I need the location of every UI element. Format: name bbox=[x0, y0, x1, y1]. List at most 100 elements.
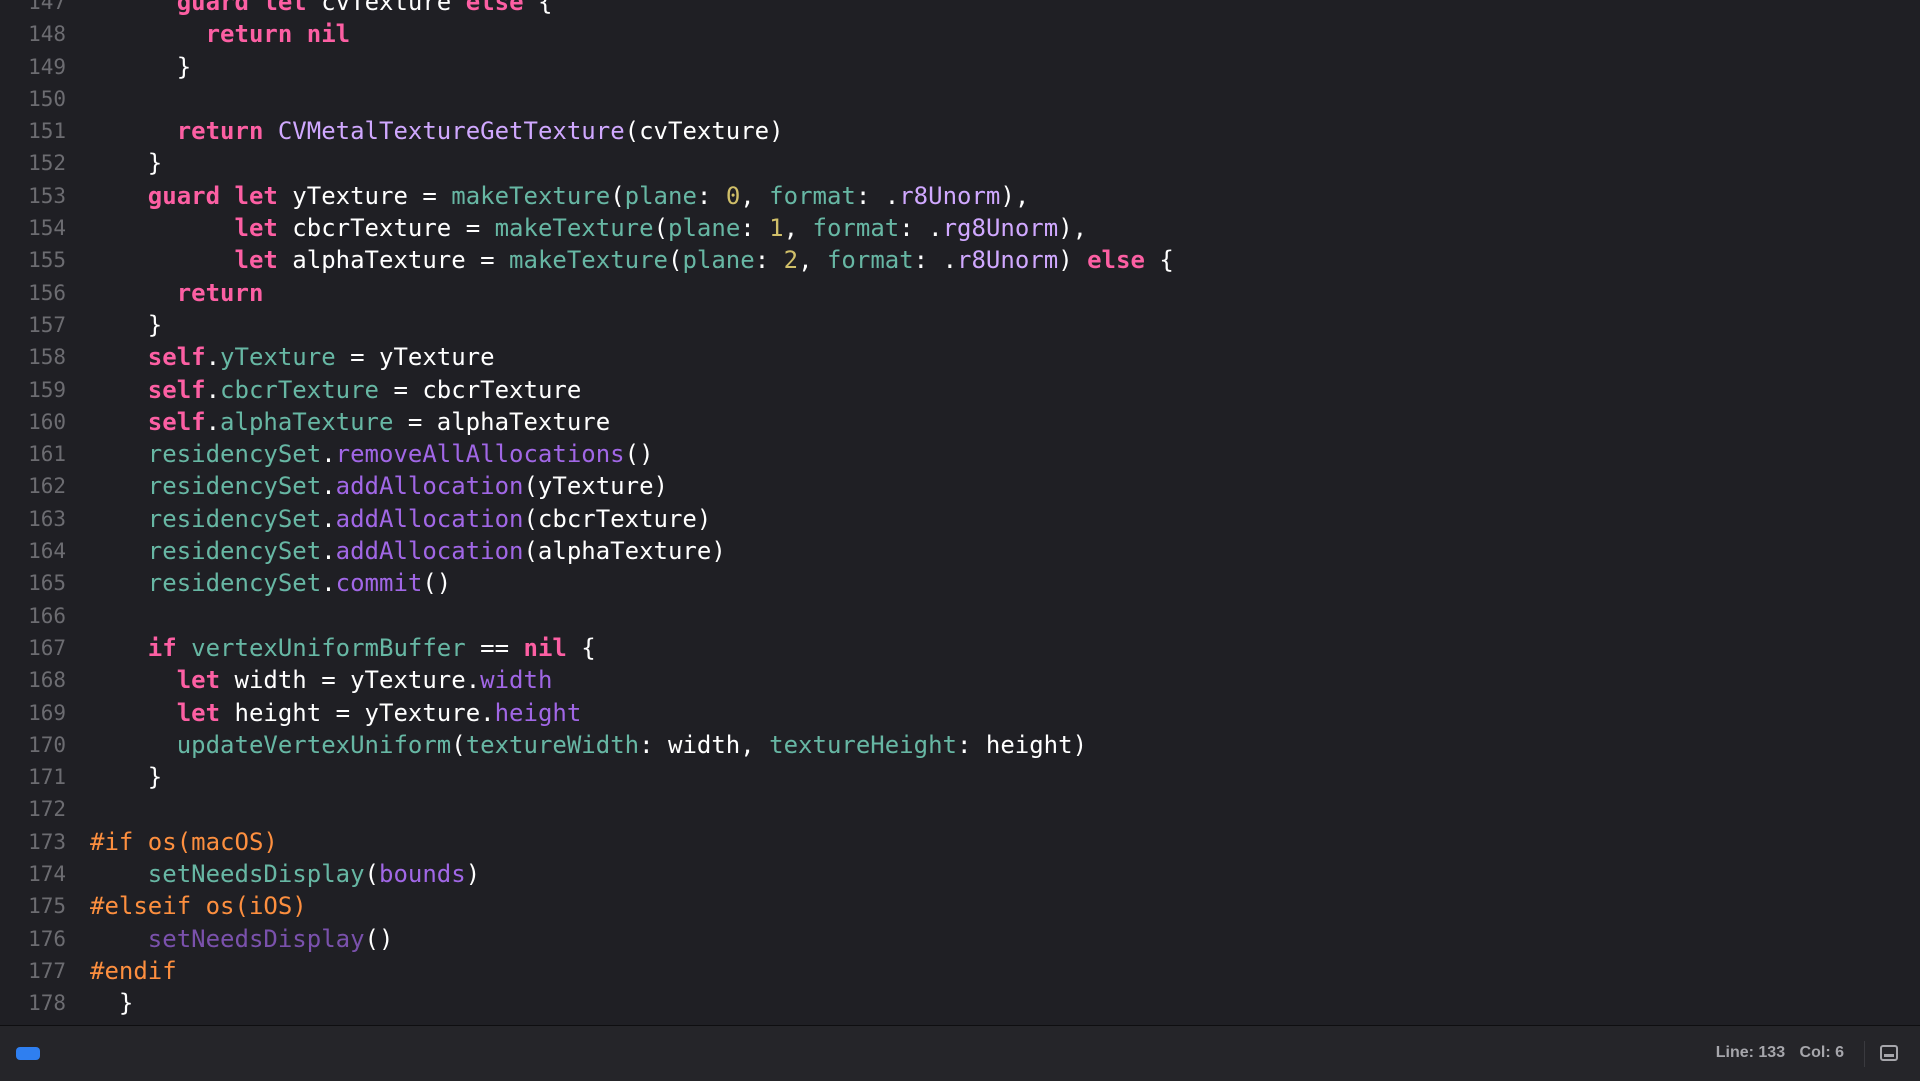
code-content: setNeedsDisplay(bounds) bbox=[90, 858, 480, 890]
code-line[interactable]: 165 residencySet.commit() bbox=[0, 567, 1920, 599]
code-line[interactable]: 171 } bbox=[0, 761, 1920, 793]
code-content: return nil bbox=[90, 18, 351, 50]
code-token: return bbox=[176, 278, 264, 307]
toggle-debug-area-icon[interactable] bbox=[1880, 1045, 1898, 1061]
code-line[interactable]: 151 return CVMetalTextureGetTexture(cvTe… bbox=[0, 115, 1920, 147]
code-line[interactable]: 148 return nil bbox=[0, 18, 1920, 50]
code-line[interactable]: 164 residencySet.addAllocation(alphaText… bbox=[0, 535, 1920, 567]
code-line[interactable]: 159 self.cbcrTexture = cbcrTexture bbox=[0, 374, 1920, 406]
line-number: 148 bbox=[28, 22, 66, 47]
code-token: . bbox=[321, 569, 336, 598]
code-token: self bbox=[147, 343, 206, 372]
code-line[interactable]: 168 let width = yTexture.width bbox=[0, 664, 1920, 696]
line-number: 158 bbox=[28, 345, 66, 370]
code-token: residencySet bbox=[147, 537, 322, 566]
code-content: residencySet.addAllocation(alphaTexture) bbox=[90, 535, 726, 567]
code-token: removeAllAllocations bbox=[335, 440, 625, 469]
code-line[interactable]: 170 updateVertexUniform(textureWidth: wi… bbox=[0, 729, 1920, 761]
code-content: #endif bbox=[90, 955, 177, 987]
code-line[interactable]: 176 setNeedsDisplay() bbox=[0, 923, 1920, 955]
code-token: CVMetalTextureGetTexture bbox=[277, 117, 625, 146]
cursor-position[interactable]: Line: 133 Col: 6 bbox=[1706, 1044, 1844, 1062]
code-token: { bbox=[523, 0, 553, 16]
code-line[interactable]: 162 residencySet.addAllocation(yTexture) bbox=[0, 470, 1920, 502]
line-number: 174 bbox=[28, 862, 66, 887]
code-token: } bbox=[90, 763, 163, 792]
code-token: 2 bbox=[783, 246, 799, 275]
code-token: : height) bbox=[956, 730, 1088, 759]
code-token: ) bbox=[465, 860, 481, 889]
code-content: residencySet.addAllocation(cbcrTexture) bbox=[90, 503, 712, 535]
code-line[interactable]: 172 bbox=[0, 793, 1920, 825]
code-editor[interactable]: 147 guard let cvTexture else {148 return… bbox=[0, 0, 1920, 1024]
code-token: . bbox=[321, 504, 336, 533]
code-content: residencySet.commit() bbox=[90, 567, 451, 599]
code-content: let cbcrTexture = makeTexture(plane: 1, … bbox=[90, 212, 1088, 244]
code-token: guard bbox=[176, 0, 249, 16]
code-content: } bbox=[90, 761, 162, 793]
code-token: return bbox=[176, 117, 264, 146]
code-content: residencySet.removeAllAllocations() bbox=[90, 438, 654, 470]
code-line[interactable]: 178 } bbox=[0, 987, 1920, 1019]
code-line[interactable]: 153 guard let yTexture = makeTexture(pla… bbox=[0, 180, 1920, 212]
code-content: return bbox=[90, 277, 264, 309]
line-number: 176 bbox=[28, 926, 66, 951]
code-token: let bbox=[176, 698, 221, 727]
code-line[interactable]: 156 return bbox=[0, 277, 1920, 309]
code-token: if bbox=[147, 633, 177, 662]
code-token: } bbox=[90, 989, 134, 1018]
code-line[interactable]: 177 #endif bbox=[0, 955, 1920, 987]
code-token: () bbox=[364, 924, 394, 953]
code-token: : . bbox=[899, 214, 943, 243]
code-token: ( bbox=[668, 246, 683, 275]
line-number: 178 bbox=[28, 991, 66, 1016]
code-line[interactable]: 166 bbox=[0, 600, 1920, 632]
code-line[interactable]: 149 } bbox=[0, 51, 1920, 83]
code-token: format bbox=[812, 214, 900, 243]
activity-indicator-icon[interactable] bbox=[16, 1047, 40, 1060]
line-number: 170 bbox=[28, 732, 66, 757]
code-line[interactable]: 150 bbox=[0, 83, 1920, 115]
code-token: else bbox=[465, 0, 524, 16]
line-number: 160 bbox=[28, 409, 66, 434]
code-line[interactable]: 163 residencySet.addAllocation(cbcrTextu… bbox=[0, 503, 1920, 535]
code-token: r8Unorm bbox=[899, 181, 1001, 210]
code-content: } bbox=[90, 51, 191, 83]
code-line[interactable]: 169 let height = yTexture.height bbox=[0, 697, 1920, 729]
status-bar: Line: 133 Col: 6 bbox=[0, 1025, 1920, 1081]
code-content: } bbox=[90, 309, 162, 341]
code-token: residencySet bbox=[147, 440, 322, 469]
line-number: 147 bbox=[28, 0, 66, 14]
code-token: 1 bbox=[769, 214, 784, 243]
code-line[interactable]: 157 } bbox=[0, 309, 1920, 341]
code-token: let bbox=[234, 246, 278, 275]
code-token: plane bbox=[682, 246, 755, 275]
code-content: guard let cvTexture else { bbox=[90, 0, 553, 18]
code-token: } bbox=[90, 310, 163, 339]
code-line[interactable]: 174 setNeedsDisplay(bounds) bbox=[0, 858, 1920, 890]
code-content: if vertexUniformBuffer == nil { bbox=[90, 632, 596, 664]
code-line[interactable]: 161 residencySet.removeAllAllocations() bbox=[0, 438, 1920, 470]
code-token: plane bbox=[668, 214, 741, 243]
code-line[interactable]: 147 guard let cvTexture else { bbox=[0, 0, 1920, 18]
code-line[interactable]: 160 self.alphaTexture = alphaTexture bbox=[0, 406, 1920, 438]
code-token: height bbox=[494, 698, 582, 727]
code-line[interactable]: 152 } bbox=[0, 147, 1920, 179]
code-line[interactable]: 154 let cbcrTexture = makeTexture(plane:… bbox=[0, 212, 1920, 244]
code-line[interactable]: 155 let alphaTexture = makeTexture(plane… bbox=[0, 244, 1920, 276]
line-number: 161 bbox=[28, 442, 66, 467]
code-line[interactable]: 158 self.yTexture = yTexture bbox=[0, 341, 1920, 373]
code-line[interactable]: 175 #elseif os(iOS) bbox=[0, 890, 1920, 922]
code-line[interactable]: 167 if vertexUniformBuffer == nil { bbox=[0, 632, 1920, 664]
code-line[interactable]: 173 #if os(macOS) bbox=[0, 826, 1920, 858]
